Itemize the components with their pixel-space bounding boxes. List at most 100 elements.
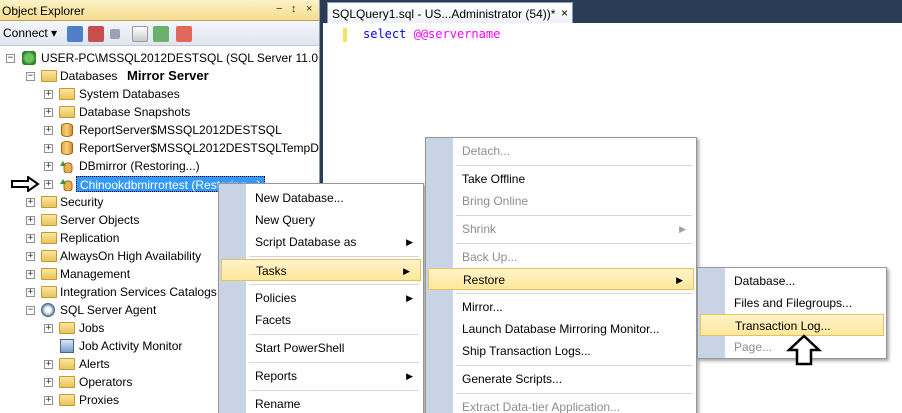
- folder-icon: [59, 322, 75, 334]
- dropdown-icon[interactable]: −: [276, 3, 282, 15]
- menu-item-shrink[interactable]: Shrink ▶: [426, 218, 696, 240]
- sql-agent-icon: [41, 303, 55, 317]
- menu-item-bring-online[interactable]: Bring Online: [426, 190, 696, 212]
- tree-node-databases[interactable]: − Databases Mirror Server: [0, 67, 319, 85]
- menu-item-reports[interactable]: Reports ▶: [219, 365, 423, 387]
- submenu-arrow-icon: ▶: [676, 275, 683, 285]
- tree-node-database-snapshots[interactable]: + Database Snapshots: [0, 103, 319, 121]
- expand-expander[interactable]: +: [44, 144, 53, 153]
- menu-item-ship-transaction-logs[interactable]: Ship Transaction Logs...: [426, 340, 696, 362]
- collapse-expander[interactable]: −: [6, 54, 15, 63]
- operators-label: Operators: [79, 375, 133, 389]
- expand-expander[interactable]: +: [26, 252, 35, 261]
- management-label: Management: [60, 267, 131, 281]
- mirror-server-annotation: Mirror Server: [127, 68, 209, 83]
- expand-expander[interactable]: +: [44, 378, 53, 387]
- object-explorer-toolbar: Connect ▾: [0, 21, 319, 46]
- expand-expander[interactable]: +: [26, 288, 35, 297]
- menu-item-generate-scripts[interactable]: Generate Scripts...: [426, 368, 696, 390]
- restoring-database-icon: [60, 161, 73, 173]
- refresh-icon[interactable]: [153, 26, 169, 42]
- database-context-menu: New Database... New Query Script Databas…: [218, 183, 424, 413]
- menu-item-detach[interactable]: Detach...: [426, 140, 696, 162]
- server-label: USER-PC\MSSQL2012DESTSQL (SQL Server 11.…: [41, 51, 320, 65]
- object-explorer-titlebar: Object Explorer − ↕ ×: [0, 0, 319, 21]
- menu-item-transaction-log[interactable]: Transaction Log...: [700, 314, 884, 336]
- connect-button[interactable]: Connect ▾: [3, 26, 57, 40]
- tab-sqlquery1[interactable]: SQLQuery1.sql - US...Administrator (54))…: [327, 2, 573, 23]
- database-icon: [61, 141, 73, 155]
- menu-item-files-filegroups[interactable]: Files and Filegroups...: [698, 292, 886, 314]
- expand-expander[interactable]: +: [26, 234, 35, 243]
- folder-icon: [41, 70, 57, 82]
- tree-node-dbmirror[interactable]: + DBmirror (Restoring...): [0, 157, 319, 175]
- expand-expander[interactable]: +: [44, 396, 53, 405]
- filter-icon[interactable]: [132, 26, 148, 42]
- activity-icon[interactable]: [176, 26, 192, 42]
- expand-expander[interactable]: +: [44, 324, 53, 333]
- menu-item-new-database[interactable]: New Database...: [219, 187, 423, 209]
- sql-agent-label: SQL Server Agent: [60, 303, 157, 317]
- menu-item-start-powershell[interactable]: Start PowerShell: [219, 337, 423, 359]
- expand-expander[interactable]: +: [44, 180, 53, 189]
- folder-icon: [59, 394, 75, 406]
- folder-icon: [59, 106, 75, 118]
- alerts-label: Alerts: [79, 357, 110, 371]
- stop-icon[interactable]: [110, 29, 120, 39]
- menu-item-script-database[interactable]: Script Database as ▶: [219, 231, 423, 253]
- menu-item-restore[interactable]: Restore ▶: [428, 268, 694, 290]
- menu-item-back-up[interactable]: Back Up...: [426, 246, 696, 268]
- pointer-arrow-icon: [11, 176, 40, 192]
- reportserver-tempdb-label: ReportServer$MSSQL2012DESTSQLTempDB: [79, 141, 320, 155]
- connect-engine-icon[interactable]: [67, 26, 83, 42]
- object-explorer-title: Object Explorer: [2, 4, 85, 18]
- pointer-up-arrow-icon: [786, 334, 822, 366]
- folder-icon: [41, 250, 57, 262]
- folder-icon: [41, 232, 57, 244]
- submenu-arrow-icon: ▶: [406, 371, 413, 381]
- disconnect-icon[interactable]: [88, 26, 104, 42]
- restoring-database-icon: [60, 179, 73, 191]
- expand-expander[interactable]: +: [44, 90, 53, 99]
- expand-expander[interactable]: +: [26, 270, 35, 279]
- submenu-arrow-icon: ▶: [406, 237, 413, 247]
- folder-icon: [41, 286, 57, 298]
- collapse-expander[interactable]: −: [26, 306, 35, 315]
- code-line[interactable]: select @@servername: [363, 27, 500, 41]
- expand-expander[interactable]: +: [44, 126, 53, 135]
- folder-icon: [41, 214, 57, 226]
- expand-expander[interactable]: +: [44, 360, 53, 369]
- replication-label: Replication: [60, 231, 120, 245]
- menu-item-policies[interactable]: Policies ▶: [219, 287, 423, 309]
- submenu-arrow-icon: ▶: [403, 266, 410, 276]
- menu-item-extract-data-tier[interactable]: Extract Data-tier Application...: [426, 396, 696, 413]
- menu-item-new-query[interactable]: New Query: [219, 209, 423, 231]
- menu-item-rename[interactable]: Rename: [219, 393, 423, 413]
- menu-item-restore-database[interactable]: Database...: [698, 270, 886, 292]
- menu-item-launch-mirroring-monitor[interactable]: Launch Database Mirroring Monitor...: [426, 318, 696, 340]
- menu-item-take-offline[interactable]: Take Offline: [426, 168, 696, 190]
- submenu-arrow-icon: ▶: [679, 224, 686, 234]
- menu-item-facets[interactable]: Facets: [219, 309, 423, 331]
- tab-close-icon[interactable]: ×: [561, 6, 568, 20]
- tree-node-server[interactable]: − USER-PC\MSSQL2012DESTSQL (SQL Server 1…: [0, 49, 320, 67]
- server-icon: [22, 51, 36, 65]
- expand-expander[interactable]: +: [44, 162, 53, 171]
- menu-item-tasks[interactable]: Tasks ▶: [221, 259, 421, 281]
- collapse-expander[interactable]: −: [26, 72, 35, 81]
- tree-node-reportserver-tempdb[interactable]: + ReportServer$MSSQL2012DESTSQLTempDB: [0, 139, 320, 157]
- pin-icon[interactable]: ↕: [291, 3, 297, 15]
- sql-keyword: select: [363, 27, 407, 41]
- menu-item-mirror[interactable]: Mirror...: [426, 296, 696, 318]
- tab-title: SQLQuery1.sql - US...Administrator (54))…: [332, 7, 556, 21]
- close-icon[interactable]: ×: [306, 3, 312, 15]
- proxies-label: Proxies: [79, 393, 120, 407]
- jobs-label: Jobs: [79, 321, 105, 335]
- expand-expander[interactable]: +: [44, 108, 53, 117]
- expand-expander[interactable]: +: [26, 198, 35, 207]
- integration-services-label: Integration Services Catalogs: [60, 285, 217, 299]
- tree-node-system-databases[interactable]: + System Databases: [0, 85, 319, 103]
- tree-node-reportserver[interactable]: + ReportServer$MSSQL2012DESTSQL: [0, 121, 319, 139]
- expand-expander[interactable]: +: [26, 216, 35, 225]
- query-tab-bar: SQLQuery1.sql - US...Administrator (54))…: [323, 0, 902, 23]
